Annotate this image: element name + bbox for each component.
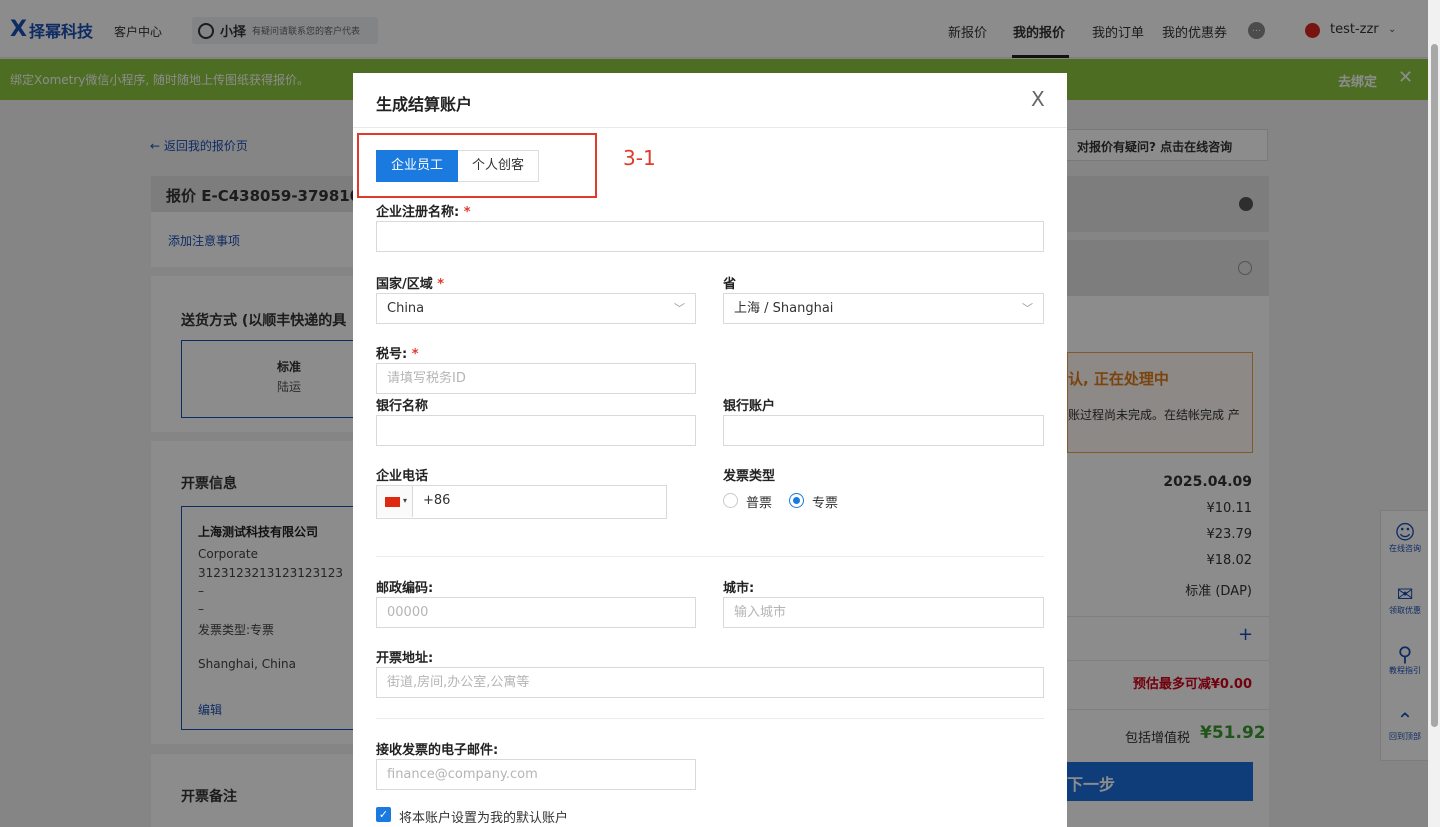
country-select[interactable]: China ﹀	[376, 293, 696, 324]
modal-header-divider	[353, 127, 1067, 128]
bank-account-label: 银行账户	[723, 399, 776, 414]
chevron-down-icon: ﹀	[1022, 302, 1033, 315]
company-phone-label: 企业电话	[376, 469, 429, 484]
country-label: 国家/区域 *	[376, 277, 445, 292]
modal-title: 生成结算账户	[376, 95, 473, 114]
postcode-label: 邮政编码:	[376, 581, 434, 596]
invoice-address-label: 开票地址:	[376, 651, 434, 666]
invoice-email-label: 接收发票的电子邮件:	[376, 743, 499, 758]
default-account-label: 将本账户设置为我的默认账户	[399, 811, 569, 826]
caret-down-icon: ▾	[403, 496, 408, 505]
china-flag-icon	[385, 497, 400, 507]
bank-account-input[interactable]	[723, 415, 1044, 446]
plain-invoice-label: 普票	[746, 496, 773, 511]
chevron-down-icon: ﹀	[674, 302, 685, 315]
company-name-label: 企业注册名称: *	[376, 205, 471, 220]
invoice-email-input[interactable]: finance@company.com	[376, 759, 696, 790]
radio-plain-invoice[interactable]	[723, 493, 738, 508]
country-value: China	[387, 301, 425, 316]
province-select[interactable]: 上海 / Shanghai ﹀	[723, 293, 1044, 324]
phone-country-code: +86	[423, 493, 451, 508]
tax-id-label: 税号: *	[376, 347, 419, 362]
postcode-input[interactable]: 00000	[376, 597, 696, 628]
annotation-highlight-box	[357, 133, 597, 198]
section-divider	[376, 718, 1044, 719]
required-mark: *	[437, 277, 445, 292]
invoice-address-input[interactable]: 街道,房间,办公室,公寓等	[376, 667, 1044, 698]
create-billing-account-modal: 生成结算账户 X 企业员工 个人创客 3-1 企业注册名称: * 国家/区域 *…	[353, 73, 1067, 827]
required-mark: *	[411, 347, 419, 362]
default-account-checkbox[interactable]: ✓	[376, 807, 391, 822]
annotation-label: 3-1	[623, 146, 656, 170]
required-mark: *	[463, 205, 471, 220]
city-label: 城市:	[723, 581, 755, 596]
province-label: 省	[723, 277, 737, 292]
special-invoice-label: 专票	[812, 496, 839, 511]
section-divider	[376, 556, 1044, 557]
invoice-type-label: 发票类型	[723, 469, 776, 484]
country-code-picker[interactable]: ▾	[377, 486, 413, 517]
scrollbar-thumb[interactable]	[1431, 44, 1438, 727]
company-phone-input[interactable]: ▾ +86	[376, 485, 667, 519]
radio-special-invoice[interactable]	[789, 493, 804, 508]
province-value: 上海 / Shanghai	[734, 301, 834, 316]
bank-name-input[interactable]	[376, 415, 696, 446]
company-name-input[interactable]	[376, 221, 1044, 252]
city-input[interactable]: 输入城市	[723, 597, 1044, 628]
tax-id-input[interactable]: 请填写税务ID	[376, 363, 696, 394]
close-icon[interactable]: X	[1031, 87, 1045, 111]
bank-name-label: 银行名称	[376, 399, 429, 414]
